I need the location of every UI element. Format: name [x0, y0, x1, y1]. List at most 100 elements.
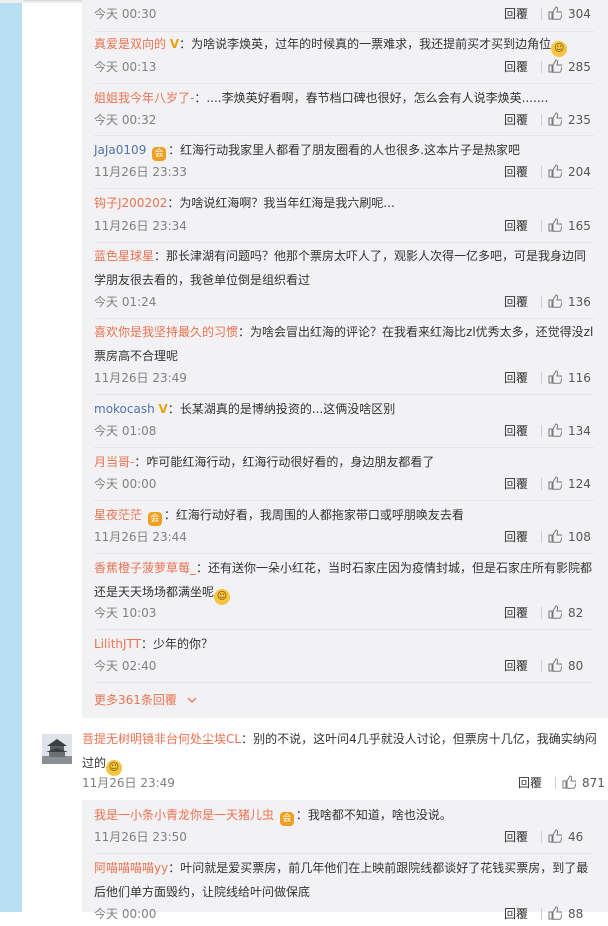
reply-text: ：少年的你？: [141, 637, 214, 651]
like-count: 134: [568, 424, 591, 438]
divider: [94, 242, 594, 243]
member-badge-icon: 会: [147, 512, 162, 526]
more-replies-link[interactable]: 更多361条回覆: [94, 688, 197, 712]
separator: [541, 166, 542, 178]
reply-item: 蓝色星球星：那长津湖有问题吗？他那个票房太吓人了，观影人次得一亿多吧，可是我身边…: [94, 244, 594, 292]
like-count: 165: [568, 219, 591, 233]
reply-text: ：为啥说李焕英，过年的时候真的一票难求，我还提前买才买到边角位: [179, 37, 552, 51]
reply-author[interactable]: 钩子J200202: [94, 196, 167, 210]
chevron-down-icon: [187, 697, 197, 703]
reply-button[interactable]: 回覆: [504, 825, 528, 849]
reply-button[interactable]: 回覆: [504, 472, 528, 496]
reply-meta: 11月26日 23:50 回覆 46: [94, 825, 608, 849]
reply-button[interactable]: 回覆: [504, 160, 528, 184]
reply-button[interactable]: 回覆: [504, 2, 528, 26]
reply-button[interactable]: 回覆: [504, 419, 528, 443]
reply-button[interactable]: 回覆: [518, 771, 542, 795]
separator: [541, 908, 542, 920]
thumbs-up-icon[interactable]: [548, 658, 562, 672]
thumbs-up-icon[interactable]: [548, 218, 562, 232]
reply-time: 今天 00:00: [94, 477, 157, 491]
reply-button[interactable]: 回覆: [504, 601, 528, 625]
separator: [541, 114, 542, 126]
reply-button[interactable]: 回覆: [504, 366, 528, 390]
thumbs-up-icon[interactable]: [548, 829, 562, 843]
reply-button[interactable]: 回覆: [504, 290, 528, 314]
reply-text: ：那长津湖有问题吗？他那个票房太吓人了，观影人次得一亿多吧，可是我身边同学朋友很…: [94, 249, 587, 287]
like-count: 46: [568, 830, 584, 844]
separator: [541, 607, 542, 619]
reply-item: mokocash V：长某湖真的是博纳投资的...这俩没啥区别: [94, 397, 594, 421]
thumbs-up-icon[interactable]: [548, 476, 562, 490]
thumbs-up-icon[interactable]: [548, 529, 562, 543]
member-badge-icon: 会: [152, 147, 167, 161]
reply-author[interactable]: 香蕉橙子菠萝草莓_: [94, 561, 196, 575]
reply-author[interactable]: JaJa0109: [94, 143, 146, 157]
like-count: 235: [568, 113, 591, 127]
reply-author[interactable]: 阿喵喵喵喵yy: [94, 861, 168, 875]
reply-meta: 今天 00:32 回覆 235: [94, 108, 608, 132]
reply-button[interactable]: 回覆: [504, 654, 528, 678]
reply-item: 月当哥-：咋可能红海行动，红海行动很好看的，身边朋友都看了: [94, 450, 594, 474]
reply-item: 阿喵喵喵喵yy：叶问就是爱买票房，前几年他们在上映前跟院线都谈好了花钱买票房，到…: [94, 856, 594, 904]
avatar[interactable]: [42, 734, 72, 764]
reply-author[interactable]: 星夜茫茫: [94, 508, 142, 522]
divider: [94, 135, 594, 136]
thumbs-up-icon[interactable]: [548, 605, 562, 619]
main-comment: 菩提无树明镜非台何处尘埃CL：别的不说，这叶问4几乎就没人讨论，但票房十几亿，我…: [82, 727, 598, 776]
reply-author[interactable]: 真爱是双向的: [94, 37, 166, 51]
thumbs-up-icon[interactable]: [548, 112, 562, 126]
thumbs-up-icon[interactable]: [548, 423, 562, 437]
reply-button[interactable]: 回覆: [504, 902, 528, 926]
reply-button[interactable]: 回覆: [504, 214, 528, 238]
thumbs-up-icon[interactable]: [548, 6, 562, 20]
reply-author[interactable]: LilithJTT: [94, 637, 141, 651]
like-count: 116: [568, 371, 591, 385]
reply-item: 我是一小条小青龙你是一天猪儿虫 会：我啥都不知道，啥也没说。: [94, 803, 594, 827]
reply-button[interactable]: 回覆: [504, 108, 528, 132]
reply-button[interactable]: 回覆: [504, 525, 528, 549]
separator: [541, 660, 542, 672]
reply-time: 今天 00:32: [94, 113, 157, 127]
reply-button[interactable]: 回覆: [504, 55, 528, 79]
like-count: 285: [568, 60, 591, 74]
reply-item: 喜欢你是我坚持最久的习惯：为啥会冒出红海的评论？在我看来红海比zl优秀太多，还觉…: [94, 320, 594, 368]
reply-author[interactable]: 月当哥-: [94, 455, 134, 469]
divider: [94, 83, 594, 84]
thumbs-up-icon[interactable]: [548, 164, 562, 178]
reply-text: ：我啥都不知道，啥也没说。: [295, 808, 452, 822]
reply-meta: 今天 01:24 回覆 136: [94, 290, 608, 314]
reply-author[interactable]: 姐姐我今年八岁了-: [94, 91, 194, 105]
reply-item: 香蕉橙子菠萝草莓_：还有送你一朵小红花，当时石家庄因为疫情封城，但是石家庄所有影…: [94, 556, 594, 605]
like-count: 82: [568, 606, 584, 620]
pagoda-avatar-icon: [42, 734, 72, 764]
reply-item: 星夜茫茫 会：红海行动好看，我周围的人都拖家带口或呼朋唤友去看: [94, 503, 594, 527]
reply-text: ：为啥说红海啊？我当年红海是我六刷呢...: [167, 196, 395, 210]
reply-text: ：....李焕英好看啊，春节档口碑也很好，怎么会有人说李焕英.......: [194, 91, 549, 105]
reply-meta: 11月26日 23:49 回覆 116: [94, 366, 608, 390]
reply-meta: 今天 01:08 回覆 134: [94, 419, 608, 443]
reply-time: 11月26日 23:44: [94, 530, 187, 544]
separator: [541, 425, 542, 437]
reply-text: ：叶问就是爱买票房，前几年他们在上映前跟院线都谈好了花钱买票房，到了最后他们单方…: [94, 861, 589, 899]
like-count: 80: [568, 659, 584, 673]
thumbs-up-icon[interactable]: [548, 906, 562, 920]
reply-author[interactable]: mokocash: [94, 402, 155, 416]
thumbs-up-icon[interactable]: [548, 59, 562, 73]
left-accent-bar: [0, 0, 22, 912]
thumbs-up-icon[interactable]: [562, 775, 576, 789]
comment-time: 11月26日 23:49: [82, 776, 175, 790]
thumbs-up-icon[interactable]: [548, 294, 562, 308]
separator: [541, 61, 542, 73]
reply-item: 姐姐我今年八岁了-：....李焕英好看啊，春节档口碑也很好，怎么会有人说李焕英.…: [94, 86, 594, 110]
reply-text: ：咋可能红海行动，红海行动很好看的，身边朋友都看了: [134, 455, 435, 469]
like-count: 304: [568, 7, 591, 21]
reply-author[interactable]: 我是一小条小青龙你是一天猪儿虫: [94, 808, 274, 822]
reply-meta: 今天 00:30 回覆 304: [94, 2, 608, 26]
reply-author[interactable]: 喜欢你是我坚持最久的习惯: [94, 325, 238, 339]
reply-text: ：红海行动我家里人都看了朋友圈看的人也很多.这本片子是热家吧: [168, 143, 520, 157]
reply-author[interactable]: 蓝色星球星: [94, 249, 154, 263]
divider: [94, 318, 594, 319]
comment-author[interactable]: 菩提无树明镜非台何处尘埃CL: [82, 732, 241, 746]
thumbs-up-icon[interactable]: [548, 370, 562, 384]
